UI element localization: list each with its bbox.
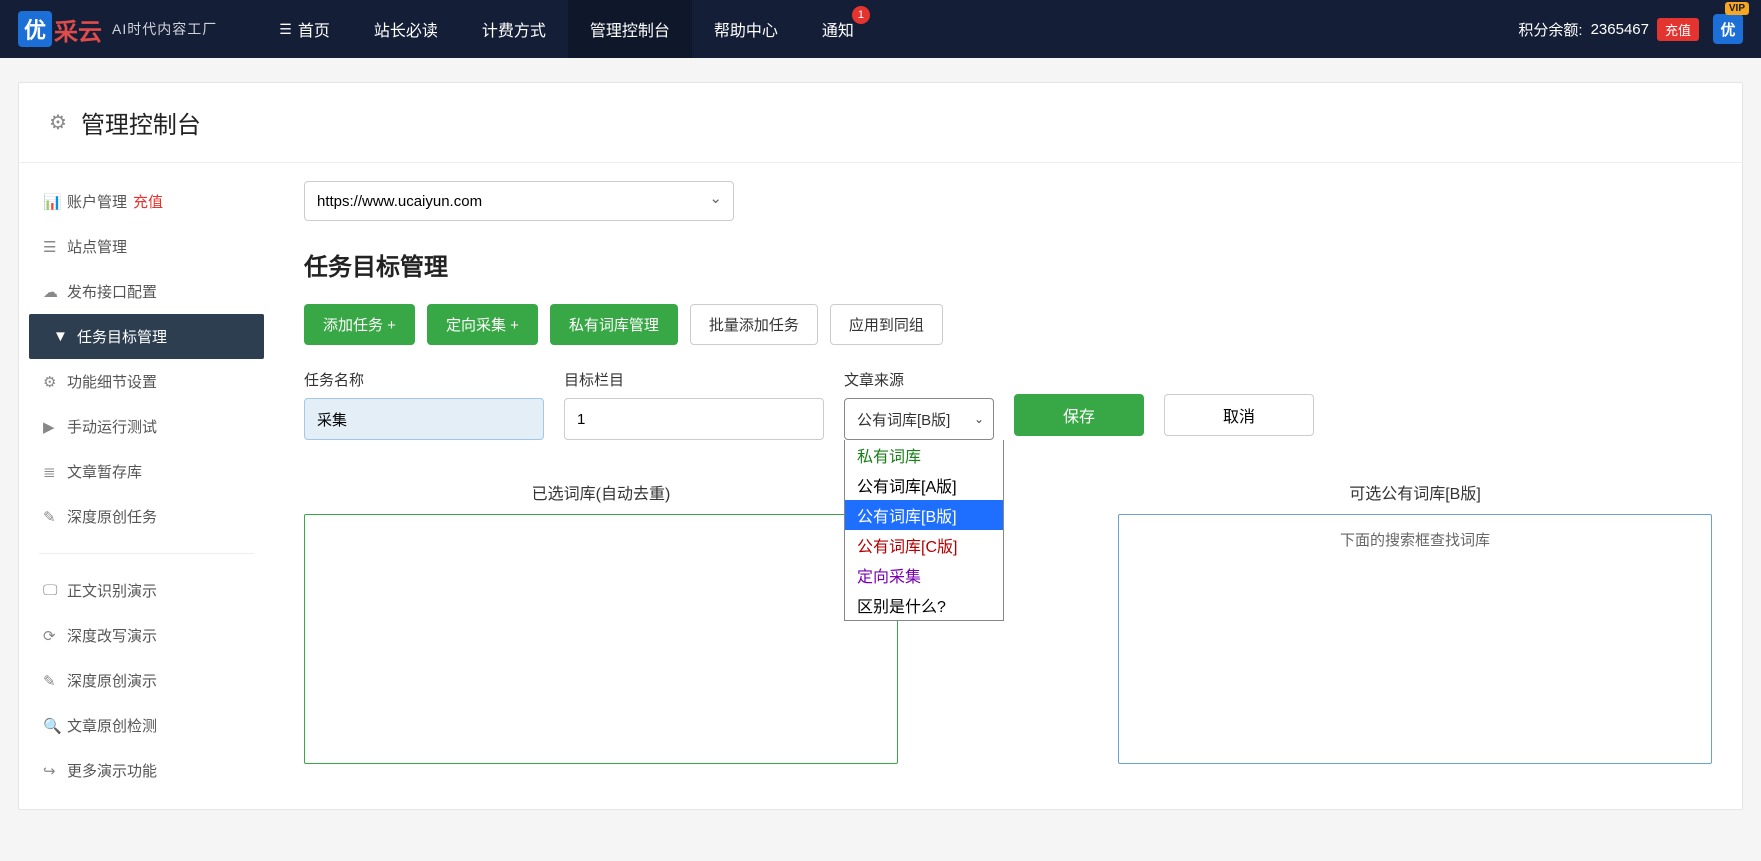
sidebar-item-manual[interactable]: ▶ 手动运行测试	[19, 404, 274, 449]
option-diff[interactable]: 区别是什么?	[845, 590, 1003, 620]
available-panel-box[interactable]: 下面的搜索框查找词库	[1118, 514, 1712, 764]
db-icon: ≣	[43, 463, 67, 481]
nav-notify[interactable]: 通知 1	[800, 0, 876, 58]
selected-panel-box[interactable]	[304, 514, 898, 764]
source-dropdown: 私有词库 公有词库[A版] 公有词库[B版] 公有词库[C版] 定向采集 区别是…	[844, 440, 1004, 621]
gear-icon: ⚙	[49, 110, 67, 135]
cloud-icon: ☁	[43, 283, 67, 301]
source-select[interactable]: 公有词库[B版] ⌄	[844, 398, 994, 440]
panels: 已选词库(自动去重) 可选公有词库[B版] 下面的搜索框查找词库	[304, 480, 1712, 764]
points-label: 积分余额:	[1518, 19, 1582, 40]
task-name-input[interactable]	[304, 398, 544, 440]
target-col-label: 目标栏目	[564, 369, 824, 390]
sidebar-item-demo-rewrite[interactable]: ⟳ 深度改写演示	[19, 613, 274, 658]
nav-items: ☰ 首页 站长必读 计费方式 管理控制台 帮助中心 通知 1	[257, 0, 876, 58]
vip-tag: VIP	[1725, 2, 1749, 15]
source-label: 文章来源	[844, 369, 994, 390]
batch-add-button[interactable]: 批量添加任务	[690, 304, 818, 345]
cogs-icon: ⚙	[43, 373, 67, 391]
share-icon: ↪	[43, 762, 67, 780]
recharge-link[interactable]: 充值	[133, 191, 163, 212]
option-private[interactable]: 私有词库	[845, 440, 1003, 470]
selected-panel-title: 已选词库(自动去重)	[304, 480, 898, 504]
cancel-button[interactable]: 取消	[1164, 394, 1314, 436]
sidebar-item-sites[interactable]: ☰ 站点管理	[19, 224, 274, 269]
monitor-icon: 🖵	[43, 582, 67, 599]
recharge-button[interactable]: 充值	[1657, 18, 1699, 41]
list-icon: ☰	[43, 238, 67, 256]
site-select-wrap: https://www.ucaiyun.com	[304, 181, 734, 221]
nav-home-label: 首页	[298, 17, 330, 41]
form-row: 任务名称 目标栏目 文章来源 公有词库[B版] ⌄ 私有词库	[304, 369, 1712, 440]
card-header: ⚙ 管理控制台	[19, 83, 1742, 163]
top-navbar: 优 采云 AI时代内容工厂 ☰ 首页 站长必读 计费方式 管理控制台 帮助中心 …	[0, 0, 1761, 58]
option-public-a[interactable]: 公有词库[A版]	[845, 470, 1003, 500]
points-value: 2365467	[1591, 21, 1649, 38]
sidebar-item-tasks[interactable]: ▼ 任务目标管理	[29, 314, 264, 359]
available-panel-note: 下面的搜索框查找词库	[1133, 529, 1697, 550]
target-col-input[interactable]	[564, 398, 824, 440]
task-name-label: 任务名称	[304, 369, 544, 390]
logo-tagline: AI时代内容工厂	[112, 19, 217, 39]
site-select[interactable]: https://www.ucaiyun.com	[304, 181, 734, 221]
source-select-wrap: 公有词库[B版] ⌄ 私有词库 公有词库[A版] 公有词库[B版] 公有词库[C…	[844, 398, 994, 440]
chevron-down-icon: ⌄	[974, 412, 984, 426]
filter-icon: ▼	[53, 328, 77, 345]
sidebar-item-account[interactable]: 📊 账户管理 充值	[19, 179, 274, 224]
targeted-collect-button[interactable]: 定向采集 +	[427, 304, 538, 345]
option-public-b[interactable]: 公有词库[B版]	[845, 500, 1003, 530]
sidebar-item-demo-detect[interactable]: 🔍 文章原创检测	[19, 703, 274, 748]
section-title: 任务目标管理	[304, 247, 1712, 282]
sidebar-item-demo-text[interactable]: 🖵 正文识别演示	[19, 568, 274, 613]
sidebar-item-demo-original[interactable]: ✎ 深度原创演示	[19, 658, 274, 703]
logo[interactable]: 优 采云 AI时代内容工厂	[18, 11, 217, 47]
available-panel: 可选公有词库[B版] 下面的搜索框查找词库	[1118, 480, 1712, 764]
available-panel-title: 可选公有词库[B版]	[1118, 480, 1712, 504]
page-title: 管理控制台	[81, 105, 201, 140]
selected-panel: 已选词库(自动去重)	[304, 480, 898, 764]
button-row: 添加任务 + 定向采集 + 私有词库管理 批量添加任务 应用到同组	[304, 304, 1712, 345]
search-icon: 🔍	[43, 717, 67, 735]
notify-badge: 1	[852, 6, 870, 24]
option-public-c[interactable]: 公有词库[C版]	[845, 530, 1003, 560]
avatar[interactable]: 优 VIP	[1713, 14, 1743, 44]
add-task-button[interactable]: 添加任务 +	[304, 304, 415, 345]
refresh-icon: ⟳	[43, 627, 67, 645]
nav-help[interactable]: 帮助中心	[692, 0, 800, 58]
logo-name: 采云	[54, 12, 102, 47]
bars-icon: 📊	[43, 193, 67, 211]
option-targeted[interactable]: 定向采集	[845, 560, 1003, 590]
sidebar-item-original[interactable]: ✎ 深度原创任务	[19, 494, 274, 539]
nav-webmaster[interactable]: 站长必读	[352, 0, 460, 58]
sidebar-item-publish[interactable]: ☁ 发布接口配置	[19, 269, 274, 314]
main-content: https://www.ucaiyun.com 任务目标管理 添加任务 + 定向…	[274, 163, 1742, 809]
list-icon: ☰	[279, 21, 292, 38]
apply-group-button[interactable]: 应用到同组	[830, 304, 943, 345]
sidebar-item-storage[interactable]: ≣ 文章暂存库	[19, 449, 274, 494]
nav-console[interactable]: 管理控制台	[568, 0, 692, 58]
save-button[interactable]: 保存	[1014, 394, 1144, 436]
edit-icon: ✎	[43, 672, 67, 690]
nav-billing[interactable]: 计费方式	[460, 0, 568, 58]
private-lib-button[interactable]: 私有词库管理	[550, 304, 678, 345]
sidebar: 📊 账户管理 充值 ☰ 站点管理 ☁ 发布接口配置 ▼ 任务目标管理 ⚙ 功能细…	[19, 163, 274, 809]
play-icon: ▶	[43, 418, 67, 436]
nav-home[interactable]: ☰ 首页	[257, 0, 352, 58]
sidebar-divider	[39, 553, 254, 554]
nav-right: 积分余额: 2365467 充值 优 VIP	[1518, 14, 1743, 44]
sidebar-item-demo-more[interactable]: ↪ 更多演示功能	[19, 748, 274, 793]
main-card: ⚙ 管理控制台 📊 账户管理 充值 ☰ 站点管理 ☁ 发布接口配置 ▼ 任务目标…	[18, 82, 1743, 810]
edit-icon: ✎	[43, 508, 67, 526]
logo-badge: 优	[18, 11, 52, 47]
sidebar-item-settings[interactable]: ⚙ 功能细节设置	[19, 359, 274, 404]
